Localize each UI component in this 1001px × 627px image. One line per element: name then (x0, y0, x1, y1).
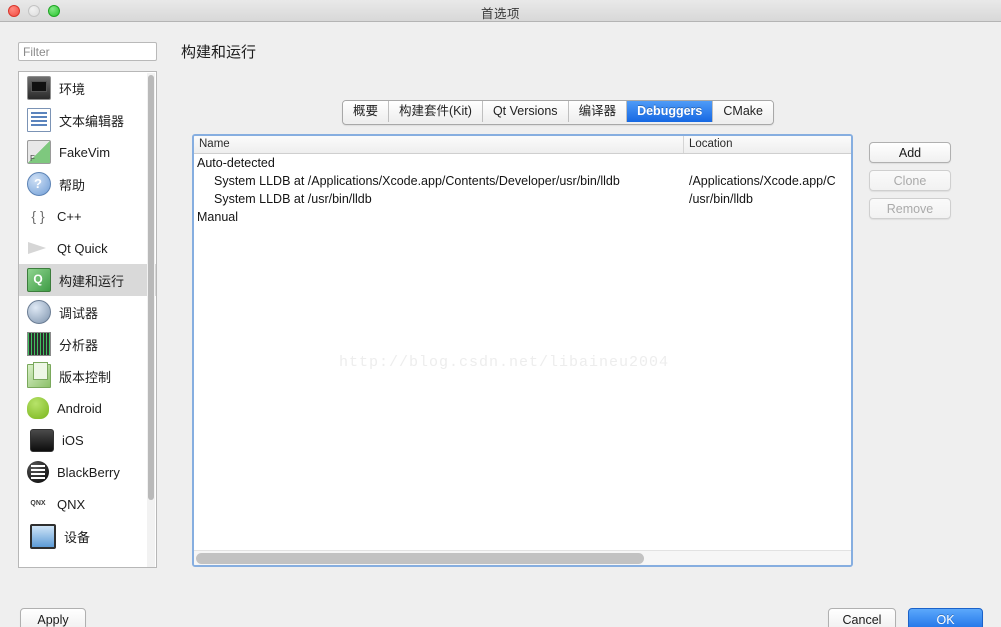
sidebar-item-label: 调试器 (59, 305, 99, 321)
tab-debuggers[interactable]: Debuggers (627, 101, 714, 122)
sidebar-item-ios[interactable]: iOS (19, 424, 156, 456)
cell-location: /usr/bin/lldb (689, 192, 753, 206)
device-icon (30, 523, 56, 549)
environment-icon (27, 76, 51, 100)
version-control-icon (27, 362, 51, 388)
sidebar-item-label: BlackBerry (57, 464, 120, 480)
sidebar-item-qt-quick[interactable]: Qt Quick (19, 232, 156, 264)
page-title: 构建和运行 (181, 44, 257, 61)
sidebar-item-text-editor[interactable]: 文本编辑器 (19, 104, 156, 136)
add-button[interactable]: Add (869, 142, 951, 163)
sidebar-item-devices[interactable]: 设备 (19, 520, 156, 552)
window-body: 构建和运行 环境 文本编辑器 FakeVim 帮助 C++ (0, 22, 1001, 627)
table-horizontal-scrollbar-thumb[interactable] (196, 553, 644, 564)
sidebar-item-environment[interactable]: 环境 (19, 72, 156, 104)
text-editor-icon (27, 108, 51, 132)
sidebar-item-debugger[interactable]: 调试器 (19, 296, 156, 328)
column-header-name[interactable]: Name (194, 136, 684, 153)
sidebar-item-version-control[interactable]: 版本控制 (19, 360, 156, 392)
sidebar-item-cpp[interactable]: C++ (19, 200, 156, 232)
sidebar-item-label: 帮助 (59, 177, 86, 193)
sidebar-item-label: iOS (62, 432, 84, 448)
qt-quick-icon (27, 237, 49, 259)
clone-button[interactable]: Clone (869, 170, 951, 191)
table-row[interactable]: System LLDB at /usr/bin/lldb /usr/bin/ll… (194, 190, 851, 208)
tab-summary[interactable]: 概要 (343, 101, 390, 122)
table-horizontal-scrollbar[interactable] (194, 550, 851, 565)
sidebar-item-label: QNX (57, 496, 86, 512)
debugger-icon (27, 300, 51, 324)
qnx-icon (27, 493, 49, 515)
cancel-button[interactable]: Cancel (828, 608, 896, 627)
sidebar-item-label: FakeVim (59, 144, 111, 160)
fakevim-icon (27, 140, 51, 164)
sidebar-item-label: Qt Quick (57, 240, 108, 256)
filter-input[interactable] (18, 42, 157, 61)
window-titlebar: 首选项 (0, 0, 1001, 22)
sidebar-item-build-and-run[interactable]: 构建和运行 (19, 264, 156, 296)
help-icon (27, 172, 51, 196)
table-row[interactable]: System LLDB at /Applications/Xcode.app/C… (194, 172, 851, 190)
sidebar-item-label: 构建和运行 (59, 273, 125, 289)
ios-icon (30, 428, 54, 452)
settings-category-sidebar[interactable]: 环境 文本编辑器 FakeVim 帮助 C++ Qt Quick (18, 71, 157, 568)
cell-location (684, 154, 851, 172)
sidebar-item-blackberry[interactable]: BlackBerry (19, 456, 156, 488)
sidebar-item-label: 版本控制 (59, 369, 112, 385)
tab-qt-versions[interactable]: Qt Versions (482, 101, 569, 122)
apply-button[interactable]: Apply (20, 608, 86, 627)
sidebar-item-label: 环境 (59, 81, 86, 97)
settings-tabbar: 概要 构建套件(Kit) Qt Versions 编译器 Debuggers C… (342, 100, 774, 125)
ok-button[interactable]: OK (908, 608, 983, 627)
table-body: Auto-detected System LLDB at /Applicatio… (194, 154, 851, 552)
cell-name: Auto-detected (197, 156, 275, 170)
window-title: 首选项 (480, 7, 520, 21)
android-icon (27, 397, 49, 419)
sidebar-item-label: 分析器 (59, 337, 99, 353)
sidebar-scrollbar-thumb[interactable] (148, 75, 154, 500)
sidebar-item-label: 设备 (64, 529, 91, 545)
table-row[interactable]: Auto-detected (194, 154, 851, 172)
sidebar-item-help[interactable]: 帮助 (19, 168, 156, 200)
build-and-run-icon (27, 268, 51, 292)
sidebar-item-android[interactable]: Android (19, 392, 156, 424)
remove-button[interactable]: Remove (869, 198, 951, 219)
sidebar-item-qnx[interactable]: QNX (19, 488, 156, 520)
sidebar-item-label: Android (57, 400, 102, 416)
cell-location (684, 208, 851, 226)
debugger-actions: Add Clone Remove (869, 142, 951, 226)
sidebar-scrollbar[interactable] (147, 73, 155, 567)
sidebar-item-fakevim[interactable]: FakeVim (19, 136, 156, 168)
tab-compilers[interactable]: 编译器 (568, 101, 628, 122)
preferences-window: 首选项 构建和运行 环境 文本编辑器 FakeVim 帮助 (0, 0, 1001, 627)
analyzer-icon (27, 332, 51, 356)
table-row[interactable]: Manual (194, 208, 851, 226)
sidebar-item-label: 文本编辑器 (59, 113, 125, 129)
cell-location: /Applications/Xcode.app/C (689, 174, 836, 188)
tab-kits[interactable]: 构建套件(Kit) (389, 101, 483, 122)
sidebar-item-label: C++ (57, 208, 82, 224)
cell-name: Manual (197, 210, 238, 224)
blackberry-icon (27, 461, 49, 483)
sidebar-item-analyzer[interactable]: 分析器 (19, 328, 156, 360)
cell-name: System LLDB at /Applications/Xcode.app/C… (214, 174, 620, 188)
tab-cmake[interactable]: CMake (713, 101, 773, 122)
column-header-location[interactable]: Location (684, 136, 851, 153)
cpp-icon (27, 205, 49, 227)
cell-name: System LLDB at /usr/bin/lldb (214, 192, 372, 206)
watermark-text: http://blog.csdn.net/libaineu2004 (339, 354, 670, 371)
table-header-row: Name Location (194, 136, 851, 154)
debuggers-table[interactable]: Name Location Auto-detected System LLDB … (192, 134, 853, 567)
